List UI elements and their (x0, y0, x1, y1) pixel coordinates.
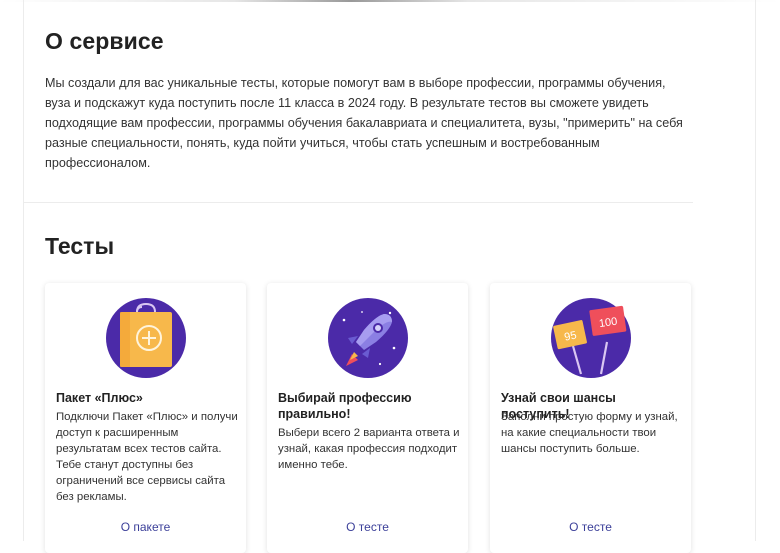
about-text: Мы создали для вас уникальные тесты, кот… (45, 76, 683, 170)
shopping-bag-plus-icon (106, 298, 186, 378)
about-test-link[interactable]: О тесте (490, 520, 691, 534)
about-test-link[interactable]: О тесте (267, 520, 468, 534)
card-description: Заполни простую форму и узнай, на какие … (501, 411, 678, 455)
right-border (755, 0, 756, 541)
card-admission-chances[interactable]: 95 100 Узнай свои шансы поступить! Запол… (490, 283, 691, 553)
card-choose-profession[interactable]: Выбирай профессию правильно! Выбери всег… (267, 283, 468, 553)
top-border (0, 0, 780, 2)
card-plus-package[interactable]: Пакет «Плюс» Подключи Пакет «Плюс» и пол… (45, 283, 246, 553)
card-description: Выбери всего 2 варианта ответа и узнай, … (278, 427, 460, 471)
about-title: О сервисе (45, 28, 164, 54)
sign-right-value: 100 (598, 316, 618, 330)
card-description: Подключи Пакет «Плюс» и получи доступ к … (56, 411, 238, 503)
rocket-icon (328, 298, 408, 378)
section-divider (23, 202, 693, 203)
about-section: О сервисе Мы создали для вас уникальные … (45, 28, 685, 173)
tests-title: Тесты (45, 233, 115, 259)
score-signs-icon: 95 100 (551, 298, 631, 378)
card-title: Пакет «Плюс» (56, 391, 143, 405)
left-border (23, 0, 24, 541)
card-title: Выбирай профессию правильно! (278, 391, 412, 421)
sign-left-value: 95 (563, 329, 577, 343)
about-package-link[interactable]: О пакете (45, 520, 246, 534)
